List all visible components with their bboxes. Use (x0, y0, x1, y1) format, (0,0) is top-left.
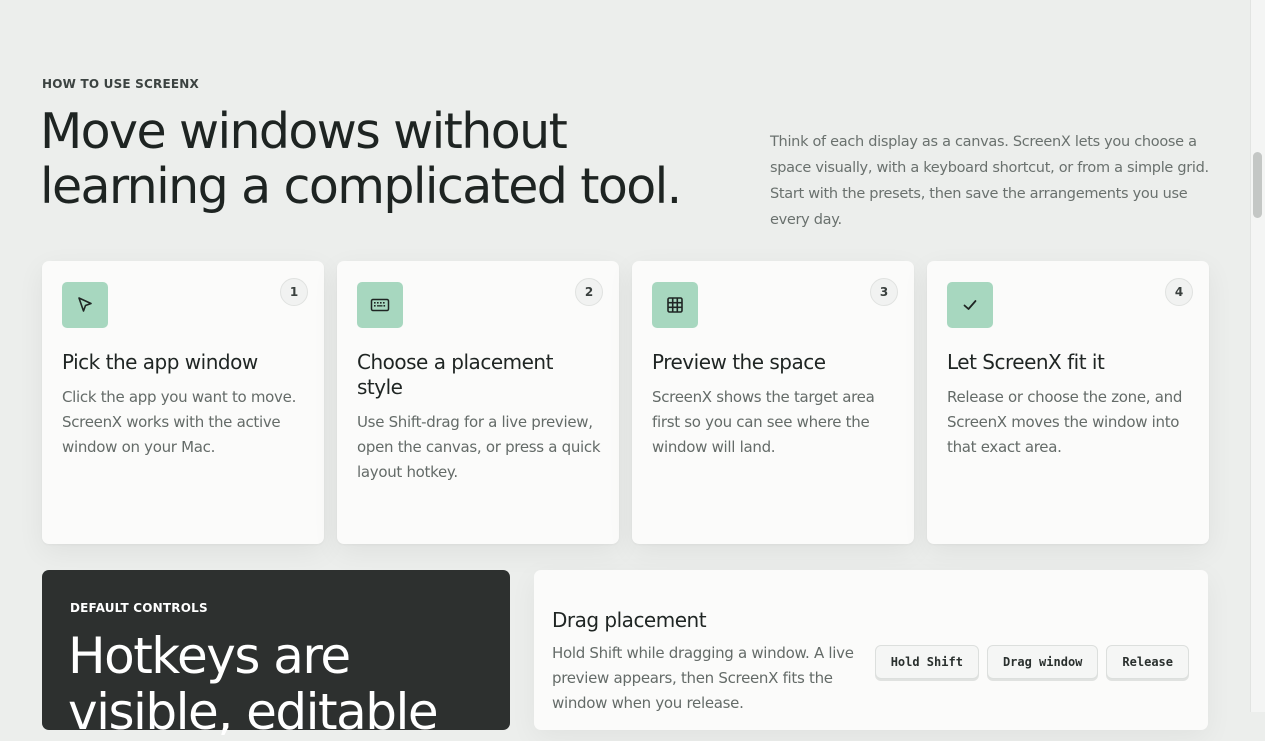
keyboard-icon (357, 282, 403, 328)
key-drag-window: Drag window (986, 645, 1099, 679)
section-intro: Think of each display as a canvas. Scree… (770, 134, 1209, 228)
headline-line-1: Move windows without (40, 103, 568, 160)
step-title: Preview the space (652, 350, 826, 374)
step-description: Release or choose the zone, and ScreenX … (947, 388, 1183, 456)
scrollbar-thumb[interactable] (1253, 152, 1262, 218)
page: HOW TO USE SCREENX Move windows without … (0, 0, 1250, 740)
step-description: ScreenX shows the target area first so y… (652, 388, 875, 456)
key-hold-shift: Hold Shift (874, 645, 979, 679)
cursor-arrow-icon (62, 282, 108, 328)
step-card-4: 4 Let ScreenX fit it Release or choose t… (927, 261, 1209, 544)
step-title: Choose a placement style (357, 350, 553, 399)
step-title: Pick the app window (62, 350, 258, 374)
step-card-2: 2 Choose a placement style Use Shift-dra… (337, 261, 619, 544)
step-number-badge: 1 (280, 278, 308, 306)
drag-description: Hold Shift while dragging a window. A li… (552, 644, 854, 712)
controls-title: Hotkeys are visible, editable (68, 627, 439, 741)
section-eyebrow: HOW TO USE SCREENX (42, 77, 199, 91)
default-controls-panel: DEFAULT CONTROLS Hotkeys are visible, ed… (42, 570, 510, 740)
key-release: Release (1106, 645, 1189, 679)
step-description: Click the app you want to move. ScreenX … (62, 388, 297, 456)
step-card-3: 3 Preview the space ScreenX shows the ta… (632, 261, 914, 544)
step-description: Use Shift-drag for a live preview, open … (357, 413, 601, 481)
step-title: Let ScreenX fit it (947, 350, 1105, 374)
section-headline: Move windows without learning a complica… (40, 104, 740, 214)
vertical-scrollbar[interactable] (1250, 0, 1265, 712)
check-icon (947, 282, 993, 328)
grid-icon (652, 282, 698, 328)
key-sequence: Hold Shift Drag window Release (874, 645, 1189, 679)
headline-line-2: learning a complicated tool. (40, 158, 682, 215)
drag-title: Drag placement (552, 608, 707, 632)
step-number-badge: 3 (870, 278, 898, 306)
controls-eyebrow: DEFAULT CONTROLS (70, 601, 208, 615)
drag-placement-panel: Drag placement Hold Shift while dragging… (534, 570, 1208, 730)
step-number-badge: 2 (575, 278, 603, 306)
step-number-badge: 4 (1165, 278, 1193, 306)
step-card-1: 1 Pick the app window Click the app you … (42, 261, 324, 544)
